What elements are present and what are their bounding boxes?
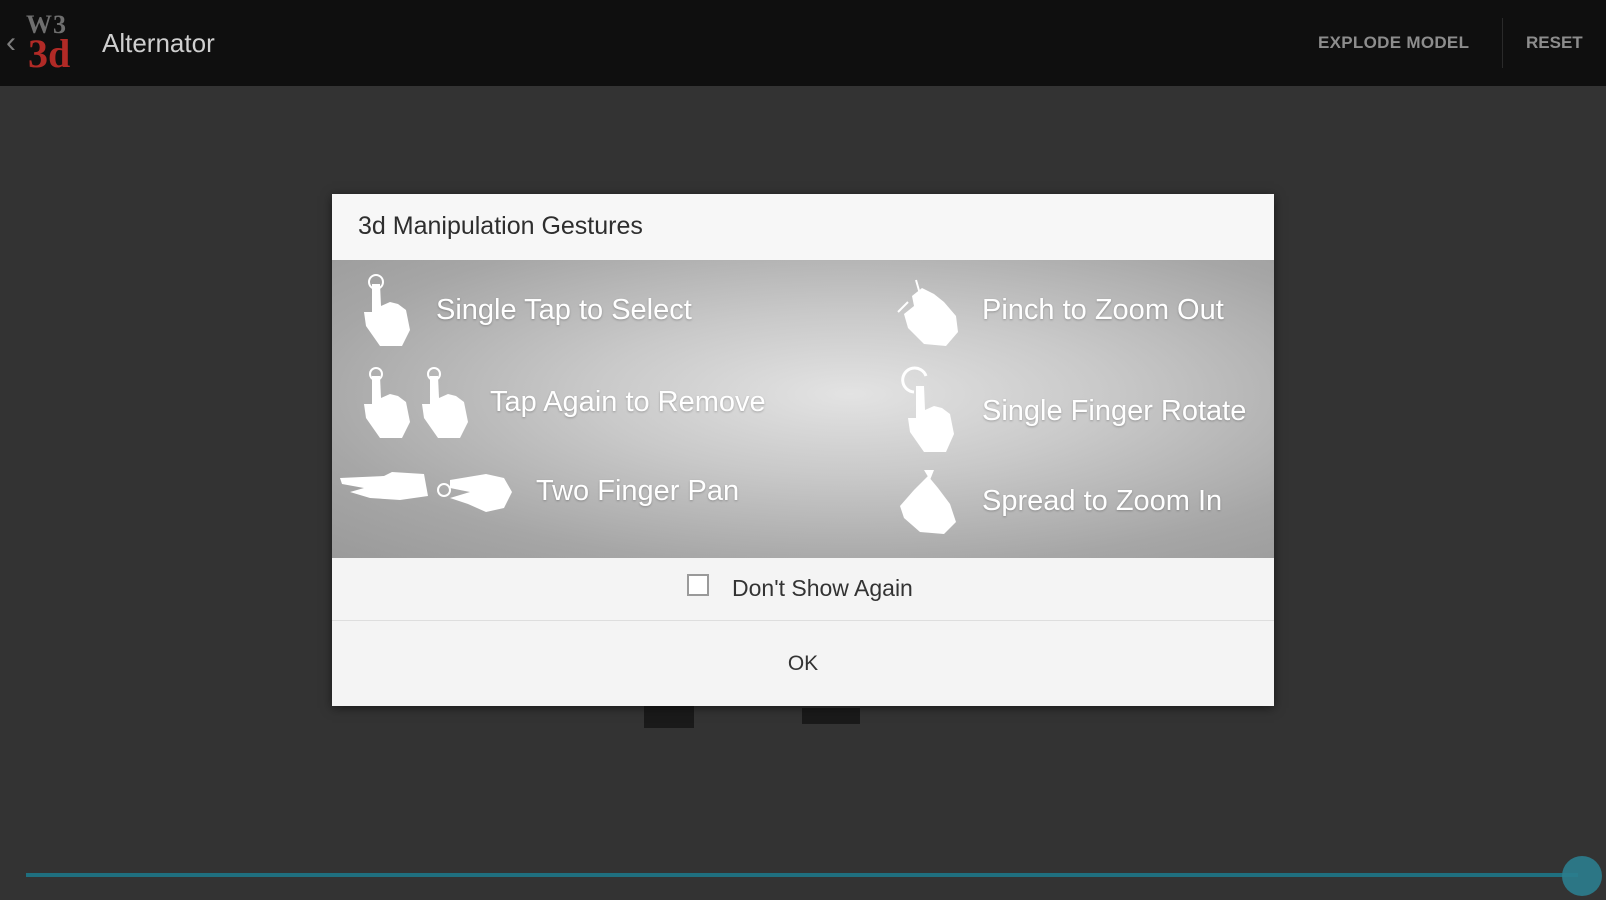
gesture-label: Two Finger Pan <box>536 474 740 507</box>
app-root: ‹ W3 3d Alternator EXPLODE MODEL RESET 3… <box>0 0 1606 900</box>
gesture-pinch-zoom-out: Pinch to Zoom Out <box>894 272 1224 348</box>
explode-slider-thumb[interactable] <box>1562 856 1602 896</box>
gesture-label: Spread to Zoom In <box>982 484 1223 517</box>
gesture-single-finger-rotate: Single Finger Rotate <box>894 366 1246 456</box>
gesture-help-image: Single Tap to Select Tap Again to Remove <box>332 260 1274 558</box>
ok-button[interactable]: OK <box>332 621 1274 706</box>
dialog-title-bar: 3d Manipulation Gestures <box>332 194 1274 260</box>
single-tap-hand-icon <box>360 272 416 348</box>
explode-slider-track[interactable] <box>26 873 1578 877</box>
action-divider <box>1502 18 1503 68</box>
app-title: Alternator <box>102 28 215 58</box>
action-bar: ‹ W3 3d Alternator EXPLODE MODEL RESET <box>0 0 1606 86</box>
reset-button[interactable]: RESET <box>1526 28 1583 58</box>
spread-hand-icon <box>894 466 962 536</box>
rotate-hand-icon <box>894 366 962 456</box>
explode-model-button[interactable]: EXPLODE MODEL <box>1318 28 1469 58</box>
dialog-title: 3d Manipulation Gestures <box>358 212 643 240</box>
gesture-label: Single Tap to Select <box>436 293 692 326</box>
model-fragment[interactable] <box>802 708 860 724</box>
gesture-label: Single Finger Rotate <box>982 394 1247 427</box>
dont-show-again-row[interactable]: Don't Show Again <box>332 558 1274 621</box>
two-finger-pan-hands-icon <box>340 466 516 516</box>
gesture-label: Pinch to Zoom Out <box>982 293 1224 326</box>
gesture-two-finger-pan: Two Finger Pan <box>340 466 739 516</box>
double-tap-hands-icon <box>360 364 472 440</box>
logo-text-main: 3d <box>28 31 71 76</box>
dont-show-again-label[interactable]: Don't Show Again <box>732 574 913 602</box>
pinch-hand-icon <box>894 272 962 348</box>
gesture-label: Tap Again to Remove <box>490 385 766 418</box>
gesture-tap-again: Tap Again to Remove <box>360 364 766 440</box>
model-fragment[interactable] <box>644 706 694 728</box>
gesture-spread-zoom-in: Spread to Zoom In <box>894 466 1222 536</box>
gesture-single-tap: Single Tap to Select <box>360 272 692 348</box>
dont-show-again-checkbox[interactable] <box>687 574 709 596</box>
gestures-dialog: 3d Manipulation Gestures Single Tap to S… <box>332 194 1274 706</box>
app-logo[interactable]: W3 3d <box>22 10 96 74</box>
